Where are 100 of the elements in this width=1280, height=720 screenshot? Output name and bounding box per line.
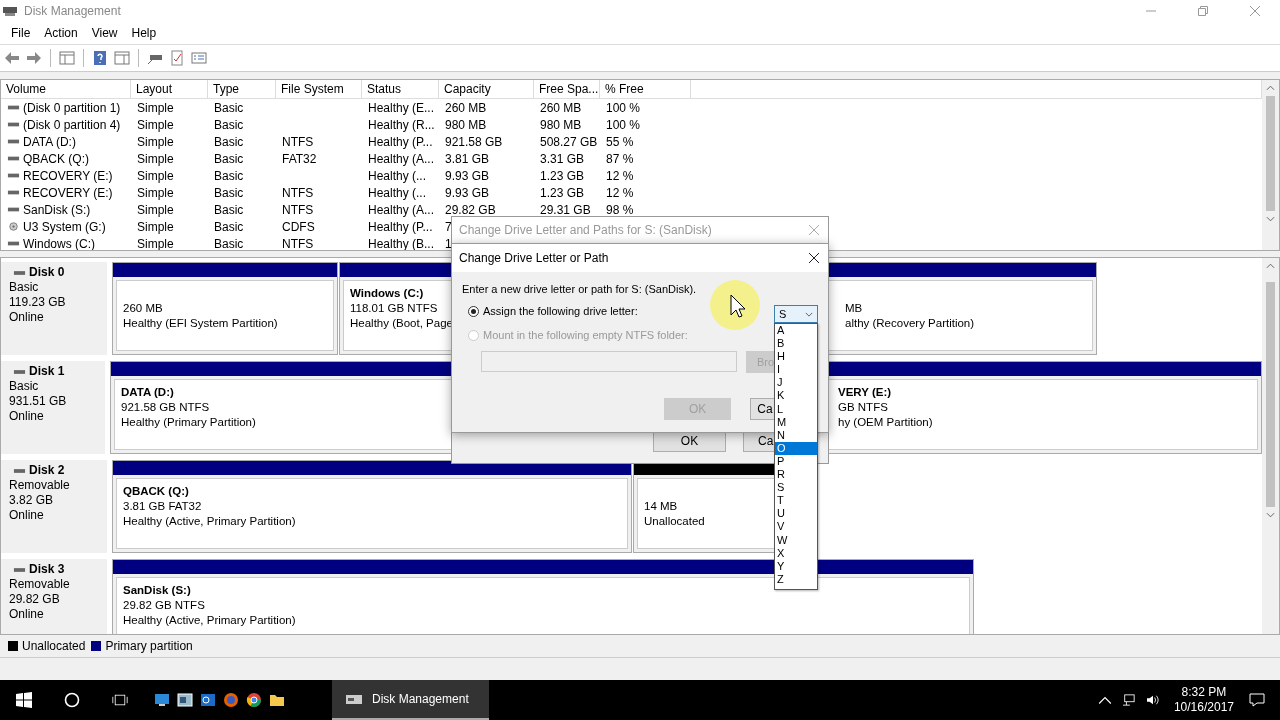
pointer-highlight-icon xyxy=(709,279,761,331)
disk-status: Online xyxy=(9,508,45,523)
table-cell: 100 % xyxy=(606,117,641,132)
table-cell: (Disk 0 partition 1) xyxy=(23,100,121,115)
dropdown-option[interactable]: L xyxy=(775,402,817,416)
task-view-icon[interactable] xyxy=(112,692,128,708)
table-cell: Basic xyxy=(214,134,244,149)
menu-item[interactable]: Action xyxy=(37,24,85,42)
column-header[interactable]: % Free xyxy=(600,80,691,98)
mail-icon[interactable] xyxy=(200,692,216,708)
browser-icon[interactable] xyxy=(246,692,262,708)
table-cell: Basic xyxy=(214,117,244,132)
chevron-up-icon[interactable] xyxy=(1097,694,1112,706)
dropdown-option[interactable]: Y xyxy=(775,559,817,573)
drive-icon xyxy=(7,205,20,214)
search-icon[interactable] xyxy=(64,692,80,708)
column-header[interactable]: Layout xyxy=(131,80,208,98)
scroll-down-icon[interactable] xyxy=(1266,512,1275,518)
dropdown-option[interactable]: K xyxy=(775,389,817,403)
properties-icon[interactable] xyxy=(191,50,207,66)
console-tree-icon[interactable] xyxy=(59,50,75,66)
table-cell: Healthy (... xyxy=(368,185,427,200)
menu-item[interactable]: View xyxy=(84,24,125,42)
drive-icon xyxy=(7,171,20,180)
dialog-prompt: Enter a new drive letter or path for S: (SanDisk). xyxy=(462,283,698,295)
table-cell: Simple xyxy=(137,151,174,166)
scroll-down-icon[interactable] xyxy=(1266,216,1275,222)
dropdown-option[interactable]: J xyxy=(775,376,817,390)
radio-button[interactable] xyxy=(468,305,479,317)
close-icon[interactable] xyxy=(809,253,819,263)
scroll-up-icon[interactable] xyxy=(1266,85,1275,91)
table-cell: Simple xyxy=(137,100,174,115)
disk-size: 3.82 GB xyxy=(9,493,55,508)
dropdown-option[interactable]: A xyxy=(775,324,817,338)
scrollbar-thumb[interactable] xyxy=(1266,96,1275,211)
partition-name: DATA (D:) xyxy=(121,385,174,400)
legend-label: Primary partition xyxy=(105,639,193,653)
disk-type: Basic xyxy=(9,280,40,295)
partition-info: 260 MB xyxy=(123,301,163,316)
table-cell: 55 % xyxy=(606,134,634,149)
table-cell: RECOVERY (E:) xyxy=(23,185,113,200)
dropdown-option[interactable]: N xyxy=(775,428,817,442)
disk-size: 119.23 GB xyxy=(9,295,67,310)
checklist-icon[interactable] xyxy=(169,50,185,66)
table-cell: Simple xyxy=(137,134,174,149)
partition-name: SanDisk (S:) xyxy=(123,583,191,598)
table-cell: Basic xyxy=(214,151,244,166)
table-cell: 260 MB xyxy=(445,100,487,115)
disk-type: Removable xyxy=(9,577,71,592)
help-icon[interactable] xyxy=(92,50,108,66)
drive-icon xyxy=(7,103,20,112)
dialog-title: Change Drive Letter and Paths for S: (SanDisk) xyxy=(459,223,712,237)
dropdown-option[interactable]: B xyxy=(775,337,817,351)
menu-item[interactable]: Help xyxy=(124,24,164,42)
table-cell: 508.27 GB xyxy=(540,134,598,149)
clock-date[interactable]: 10/16/2017 xyxy=(1173,700,1234,715)
dropdown-option[interactable]: O xyxy=(775,441,817,455)
partition[interactable]: 260 MB Healthy (EFI System Partition) xyxy=(112,262,338,355)
table-cell: NTFS xyxy=(282,202,314,217)
speaker-icon[interactable] xyxy=(1145,694,1160,706)
restore-icon[interactable] xyxy=(1198,6,1208,16)
taskbar-button[interactable]: Disk Management xyxy=(332,680,489,720)
menu-item[interactable]: File xyxy=(4,24,38,42)
partition-info: 3.81 GB FAT32 xyxy=(123,499,202,514)
table-cell: Basic xyxy=(214,168,244,183)
clock-time[interactable]: 8:32 PM xyxy=(1181,685,1227,700)
drive-letter-dropdown[interactable]: S xyxy=(774,305,818,323)
partition-name: Windows (C:) xyxy=(350,286,424,301)
action-pane-icon[interactable] xyxy=(114,50,130,66)
table-cell: Healthy (B... xyxy=(368,236,435,250)
browser-icon[interactable] xyxy=(223,692,239,708)
column-header[interactable]: Volume xyxy=(1,80,131,98)
partition-name: VERY (E:) xyxy=(838,385,892,400)
column-header[interactable]: Capacity xyxy=(439,80,534,98)
column-header[interactable]: Status xyxy=(362,80,439,98)
scroll-up-icon[interactable] xyxy=(1266,263,1275,269)
dropdown-option[interactable]: M xyxy=(775,415,817,429)
forward-arrow-icon[interactable] xyxy=(26,50,42,66)
partition-info: althy (Recovery Partition) xyxy=(845,316,975,331)
column-header[interactable]: Type xyxy=(208,80,276,98)
dropdown-option[interactable]: Z xyxy=(775,572,817,586)
table-cell: Simple xyxy=(137,185,174,200)
notification-icon[interactable] xyxy=(1248,692,1266,708)
column-header[interactable]: Free Spa... xyxy=(534,80,600,98)
table-cell: Healthy (P... xyxy=(368,219,433,234)
folder-icon[interactable] xyxy=(269,692,285,708)
start-icon[interactable] xyxy=(16,692,32,708)
table-cell: 12 % xyxy=(606,168,634,183)
network-icon[interactable] xyxy=(1121,694,1136,706)
monitor-icon[interactable] xyxy=(154,692,170,708)
back-arrow-icon[interactable] xyxy=(4,50,20,66)
table-cell: 100 % xyxy=(606,100,641,115)
table-cell: 29.31 GB xyxy=(540,202,591,217)
partition[interactable]: QBACK (Q:) 3.81 GB FAT32 Healthy (Active, Primary Partition) xyxy=(112,460,632,553)
table-cell: 29.82 GB xyxy=(445,202,496,217)
table-cell: 921.58 GB xyxy=(445,134,503,149)
window-icon[interactable] xyxy=(177,692,193,708)
column-header[interactable]: File System xyxy=(276,80,362,98)
scrollbar-thumb[interactable] xyxy=(1266,282,1275,507)
drive-icon xyxy=(7,137,20,146)
